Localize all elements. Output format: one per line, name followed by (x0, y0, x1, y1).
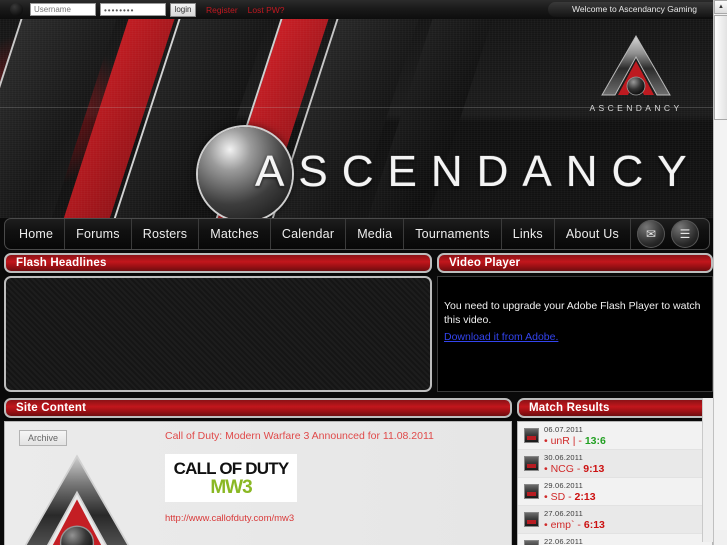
nav-icon-group: ✉ ☰ (637, 220, 699, 248)
video-player-title: Video Player (437, 253, 713, 273)
nav-item-tournaments[interactable]: Tournaments (404, 219, 502, 249)
password-input[interactable]: •••••••• (100, 3, 166, 16)
video-player-body: You need to upgrade your Adobe Flash Pla… (437, 276, 713, 392)
page-scrollbar[interactable]: ▲ (713, 0, 727, 545)
match-result-line: • NCG - 9:13 (544, 463, 708, 475)
flash-upgrade-message: You need to upgrade your Adobe Flash Pla… (444, 300, 701, 326)
match-thumbnail-icon (524, 540, 539, 545)
match-thumbnail-icon (524, 456, 539, 471)
site-content-panel: Site Content Archive Call of Duty: Moder… (4, 398, 512, 545)
banner-title: ASCENDANCY (255, 147, 701, 196)
username-input[interactable] (30, 3, 96, 16)
ascendancy-triangle-icon (601, 34, 671, 96)
match-result-row[interactable]: 22.06.2011• TBRG - 13:6 (518, 534, 712, 545)
match-results-body: 06.07.2011 • unR | - 13:6 30.06.2011 • NCG … (517, 398, 713, 545)
nav-item-links[interactable]: Links (502, 219, 555, 249)
archive-button[interactable]: Archive (19, 430, 68, 446)
register-link[interactable]: Register (206, 5, 238, 15)
match-score: 13:6 (584, 435, 606, 447)
match-result-meta: 27.06.2011 • emp` - 6:13 (544, 509, 708, 531)
nav-item-media[interactable]: Media (346, 219, 405, 249)
main-navigation: Home Forums Rosters Matches Calendar Med… (4, 218, 710, 250)
match-opponent: • NCG - (544, 463, 584, 475)
match-date: 27.06.2011 (544, 509, 583, 518)
scrollbar-thumb[interactable] (714, 15, 727, 120)
nav-item-rosters[interactable]: Rosters (132, 219, 200, 249)
nav-item-calendar[interactable]: Calendar (271, 219, 347, 249)
article-url-link[interactable]: http://www.callofduty.com/mw3 (165, 513, 495, 524)
match-result-meta: 06.07.2011 • unR | - 13:6 (544, 425, 708, 447)
nav-item-home[interactable]: Home (5, 219, 66, 249)
match-result-row[interactable]: 27.06.2011 • emp` - 6:13 (518, 506, 712, 534)
lost-password-link[interactable]: Lost PW? (248, 5, 285, 15)
match-result-row[interactable]: 30.06.2011 • NCG - 9:13 (518, 450, 712, 478)
match-date: 30.06.2011 (544, 453, 583, 462)
match-results-list: 06.07.2011 • unR | - 13:6 30.06.2011 • NCG … (518, 422, 712, 545)
site-logo-text: ASCENDANCY (589, 103, 683, 113)
match-opponent: • unR | - (544, 435, 585, 447)
match-thumbnail-icon (524, 512, 539, 527)
match-result-meta: 29.06.2011 • SD - 2:13 (544, 481, 708, 503)
match-result-row[interactable]: 29.06.2011 • SD - 2:13 (518, 478, 712, 506)
match-results-panel: Match Results 06.07.2011 • unR | - 13:6 30… (517, 398, 713, 545)
login-bar: •••••••• login Register Lost PW? Welcome… (0, 0, 713, 19)
welcome-area: Welcome to Ascendancy Gaming (547, 0, 713, 19)
match-result-row[interactable]: 06.07.2011 • unR | - 13:6 (518, 422, 712, 450)
match-result-meta: 22.06.2011• TBRG - 13:6 (544, 537, 708, 545)
scroll-up-button[interactable]: ▲ (714, 0, 727, 14)
flash-headlines-panel: Flash Headlines (4, 253, 432, 392)
match-score: 9:13 (583, 463, 605, 475)
nav-item-matches[interactable]: Matches (199, 219, 271, 249)
match-date: 06.07.2011 (544, 425, 583, 434)
nav-item-about-us[interactable]: About Us (555, 219, 631, 249)
match-thumbnail-icon (524, 484, 539, 499)
news-article: Call of Duty: Modern Warfare 3 Announced… (165, 430, 495, 524)
welcome-text: Welcome to Ascendancy Gaming (547, 2, 713, 17)
match-date: 22.06.2011 (544, 537, 583, 545)
ascendancy-triangle-icon (24, 454, 130, 545)
match-score: 2:13 (574, 491, 596, 503)
match-date: 29.06.2011 (544, 481, 583, 490)
match-opponent: • emp` - (544, 519, 584, 531)
content-watermark-logo (13, 450, 141, 545)
site-content-body: Archive Call of Duty: Modern Warfare 3 A… (4, 421, 512, 545)
login-controls: •••••••• login Register Lost PW? (0, 2, 285, 17)
corner-knob-icon (10, 3, 23, 16)
flash-headlines-title: Flash Headlines (4, 253, 432, 273)
gallery-icon[interactable]: ☰ (671, 220, 699, 248)
match-score: 6:13 (583, 519, 605, 531)
mw3-logo-bottom-text: MW3 (210, 476, 252, 498)
match-result-meta: 30.06.2011 • NCG - 9:13 (544, 453, 708, 475)
match-result-line: • SD - 2:13 (544, 491, 708, 503)
match-result-line: • unR | - 13:6 (544, 435, 708, 447)
site-logo[interactable]: ASCENDANCY (581, 33, 691, 113)
download-flash-link[interactable]: Download it from Adobe. (444, 331, 558, 343)
mail-icon[interactable]: ✉ (637, 220, 665, 248)
article-headline[interactable]: Call of Duty: Modern Warfare 3 Announced… (165, 430, 495, 442)
video-player-panel: Video Player You need to upgrade your Ad… (437, 253, 713, 392)
login-button[interactable]: login (170, 2, 196, 17)
mw3-logo-top-text: CALL OF DUTY (173, 458, 290, 478)
nav-item-forums[interactable]: Forums (65, 219, 132, 249)
match-thumbnail-icon (524, 428, 539, 443)
match-results-scrollbar[interactable] (702, 398, 713, 542)
site-content-title: Site Content (4, 398, 512, 418)
flash-headlines-body[interactable] (4, 276, 432, 392)
scrollbar-track[interactable] (714, 120, 727, 530)
match-results-title: Match Results (517, 398, 713, 418)
article-image-mw3[interactable]: CALL OF DUTY MW3 (165, 454, 297, 502)
match-opponent: • SD - (544, 491, 575, 503)
site-banner: ASCENDANCY ASCENDANCY (0, 19, 713, 218)
page-root: ASCENDANCY ASCENDANCY Username •••••••• … (0, 0, 727, 545)
match-result-line: • emp` - 6:13 (544, 519, 708, 531)
